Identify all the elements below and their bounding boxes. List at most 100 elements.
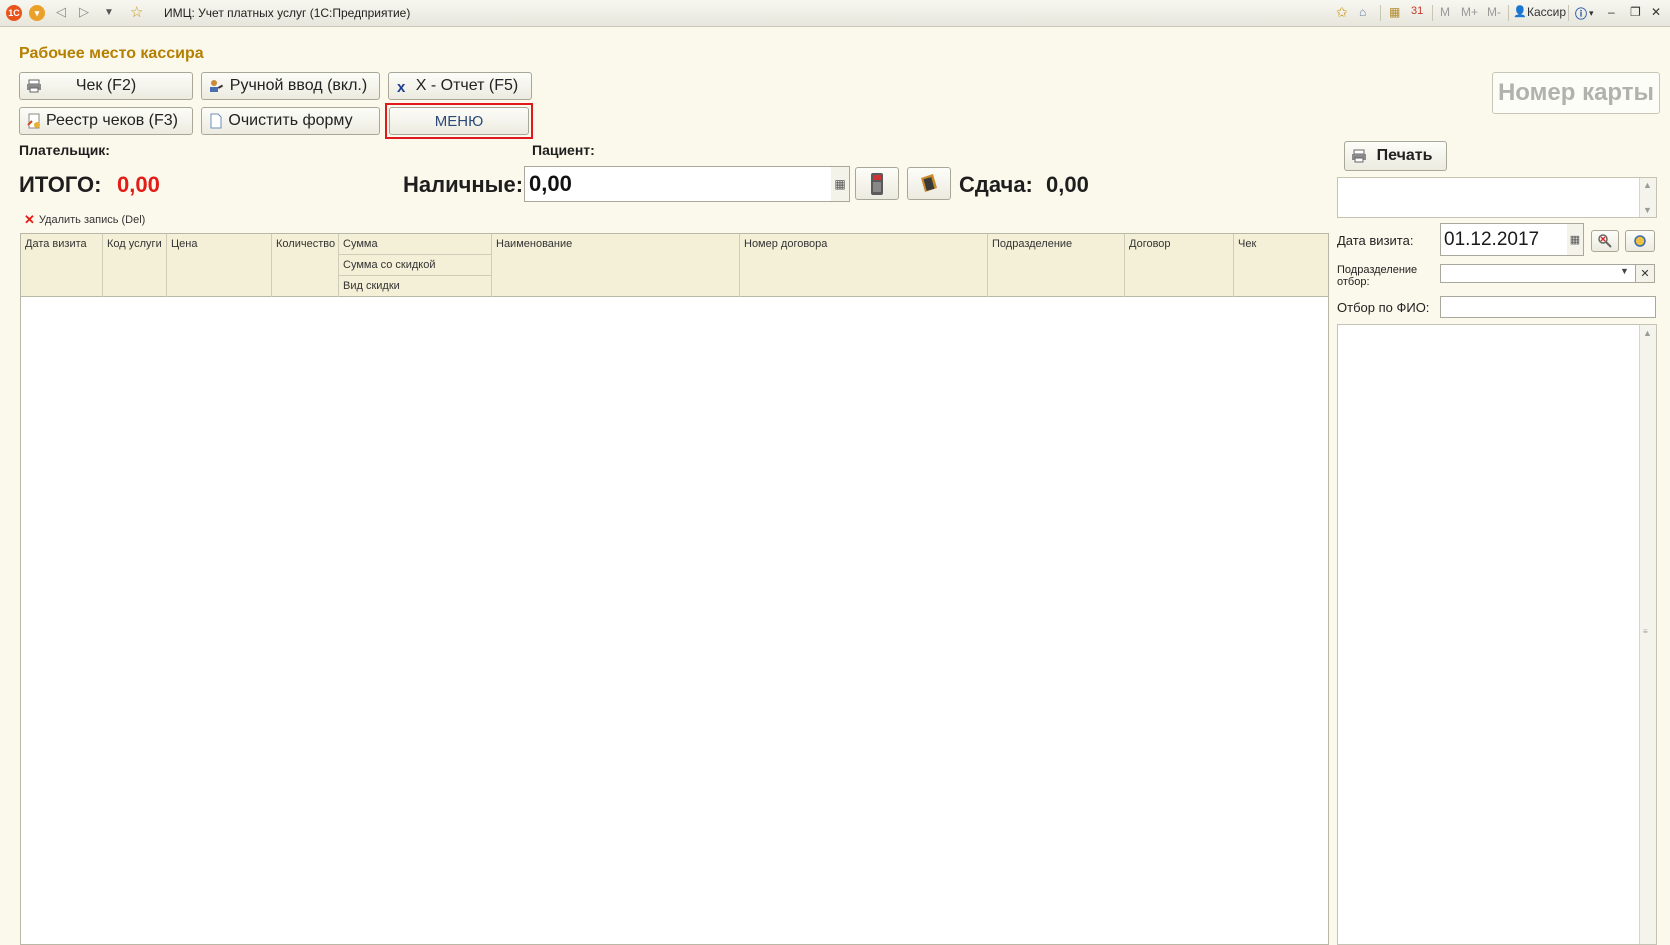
refresh-icon <box>1634 235 1646 247</box>
payment-terminal-icon <box>871 172 883 195</box>
toolbar-separator <box>1432 5 1433 21</box>
main-menu-icon[interactable]: ▾ <box>29 5 45 21</box>
close-icon[interactable]: ✕ <box>1651 5 1661 19</box>
add-favorite-icon[interactable]: ✩ <box>1336 4 1348 21</box>
department-filter-label: Подразделение отбор: <box>1337 264 1418 288</box>
clear-form-button-label: Очистить форму <box>228 112 353 129</box>
excel-x-icon: x <box>397 79 406 94</box>
print-button[interactable]: Печать <box>1344 141 1447 171</box>
column-header-service-code[interactable]: Код услуги <box>103 234 167 297</box>
department-filter-field[interactable] <box>1440 264 1636 283</box>
column-header-name[interactable]: Наименование <box>492 234 740 297</box>
fio-filter-input[interactable] <box>1440 296 1656 318</box>
patient-list-scrollbar[interactable]: ▲ ≡ <box>1639 325 1656 944</box>
toolbar-separator <box>1568 5 1569 21</box>
column-header-price[interactable]: Цена <box>167 234 272 297</box>
print-button-label: Печать <box>1376 147 1433 164</box>
column-header-quantity[interactable]: Количество <box>272 234 339 297</box>
delete-record-label: Удалить запись (Del) <box>38 214 146 226</box>
patient-label: Пациент: <box>532 142 595 158</box>
column-header-sum-discount[interactable]: Сумма со скидкой <box>339 255 492 276</box>
menu-button[interactable]: МЕНЮ <box>389 107 529 135</box>
minimize-icon[interactable]: – <box>1608 5 1615 19</box>
window-titlebar: 1C ▾ ◁ ▷ ▼ ☆ ИМЦ: Учет платных услуг (1С… <box>0 0 1670 27</box>
blank-document-icon <box>210 113 222 129</box>
table-header: Дата визита Код услуги Цена Количество С… <box>21 234 1328 297</box>
visit-date-calendar-icon[interactable]: ▦ <box>1567 223 1584 256</box>
info-memo[interactable]: ▲ ▼ <box>1337 177 1657 218</box>
window-title: ИМЦ: Учет платных услуг (1С:Предприятие) <box>164 6 411 20</box>
visit-date-field[interactable]: 01.12.2017 <box>1440 223 1568 256</box>
refresh-date-button[interactable] <box>1625 230 1655 252</box>
delete-x-icon: ✕ <box>24 212 35 227</box>
registry-icon <box>27 113 40 129</box>
printer-icon <box>1352 149 1366 163</box>
fio-filter-label: Отбор по ФИО: <box>1337 300 1430 315</box>
column-header-visit-date[interactable]: Дата визита <box>21 234 103 297</box>
column-header-contract-number[interactable]: Номер договора <box>740 234 988 297</box>
column-header-check[interactable]: Чек <box>1234 234 1328 297</box>
clear-form-button[interactable]: Очистить форму <box>201 107 380 135</box>
cash-label: Наличные: <box>403 172 524 197</box>
cash-input[interactable] <box>524 166 837 202</box>
x-report-button-label: X - Отчет (F5) <box>415 77 519 94</box>
info-icon[interactable]: ⓘ <box>1575 5 1587 22</box>
bookmark-icon[interactable]: ⌂ <box>1359 5 1366 19</box>
change-label: Сдача: <box>959 172 1033 197</box>
favorites-star-icon[interactable]: ☆ <box>130 3 143 21</box>
search-clear-icon <box>1598 234 1612 248</box>
payer-label: Плательщик: <box>19 142 110 158</box>
visit-date-label: Дата визита: <box>1337 233 1414 248</box>
total-label: ИТОГО: <box>19 172 102 197</box>
forward-icon[interactable]: ▷ <box>79 4 89 20</box>
payment-terminal-button[interactable] <box>855 167 899 200</box>
column-header-contract[interactable]: Договор <box>1125 234 1234 297</box>
column-header-department[interactable]: Подразделение <box>988 234 1125 297</box>
scroll-up-icon[interactable]: ▲ <box>1643 328 1652 338</box>
cash-calculator-icon[interactable]: ▦ <box>831 166 850 202</box>
x-report-button[interactable]: x X - Отчет (F5) <box>388 72 532 100</box>
check-registry-button-label: Реестр чеков (F3) <box>45 112 179 129</box>
scroll-thumb-icon[interactable]: ≡ <box>1643 627 1648 636</box>
card-number-field[interactable]: Номер карты <box>1492 72 1660 114</box>
memo-scrollbar[interactable]: ▲ ▼ <box>1639 178 1656 217</box>
page-title: Рабочее место кассира <box>19 45 204 62</box>
svg-text:x: x <box>397 79 406 94</box>
change-value: 0,00 <box>1046 172 1089 197</box>
toolbar-separator <box>1508 5 1509 21</box>
card-reader-icon <box>921 173 937 192</box>
check-button-label: Чек (F2) <box>75 77 137 94</box>
delete-record-button[interactable]: ✕ Удалить запись (Del) <box>24 212 145 228</box>
scroll-up-icon[interactable]: ▲ <box>1643 180 1652 190</box>
services-table[interactable]: Дата визита Код услуги Цена Количество С… <box>20 233 1329 945</box>
restore-icon[interactable]: ❐ <box>1630 5 1641 19</box>
back-icon[interactable]: ◁ <box>56 4 66 20</box>
user-name[interactable]: Кассир <box>1527 5 1566 19</box>
info-dropdown-icon[interactable]: ▾ <box>1589 8 1594 19</box>
department-clear-icon[interactable]: ✕ <box>1636 264 1655 283</box>
toolbar-separator <box>1380 5 1381 21</box>
clear-date-button[interactable] <box>1591 230 1619 252</box>
app-logo-icon[interactable]: 1C <box>6 5 22 21</box>
menu-button-label: МЕНЮ <box>434 112 484 130</box>
memory-minus-button[interactable]: M- <box>1487 5 1501 19</box>
user-icon: 👤 <box>1513 6 1527 18</box>
column-header-discount-type[interactable]: Вид скидки <box>339 276 492 297</box>
history-dropdown-icon[interactable]: ▼ <box>104 7 114 18</box>
user-edit-icon <box>210 80 224 92</box>
check-button[interactable]: Чек (F2) <box>19 72 193 100</box>
check-registry-button[interactable]: Реестр чеков (F3) <box>19 107 193 135</box>
patient-list[interactable]: ▲ ≡ <box>1337 324 1657 945</box>
calendar-icon[interactable]: 31 <box>1411 5 1423 17</box>
scroll-down-icon[interactable]: ▼ <box>1643 205 1652 215</box>
manual-input-button-label: Ручной ввод (вкл.) <box>229 77 368 94</box>
department-dropdown-icon[interactable]: ▼ <box>1620 266 1629 276</box>
card-reader-button[interactable] <box>907 167 951 200</box>
total-value: 0,00 <box>117 172 160 197</box>
memory-m-button[interactable]: M <box>1440 5 1450 19</box>
manual-input-button[interactable]: Ручной ввод (вкл.) <box>201 72 380 100</box>
calculator-icon[interactable]: ▦ <box>1389 5 1400 19</box>
printer-icon <box>27 79 41 93</box>
column-header-sum[interactable]: Сумма <box>339 234 492 255</box>
memory-plus-button[interactable]: M+ <box>1461 5 1478 19</box>
